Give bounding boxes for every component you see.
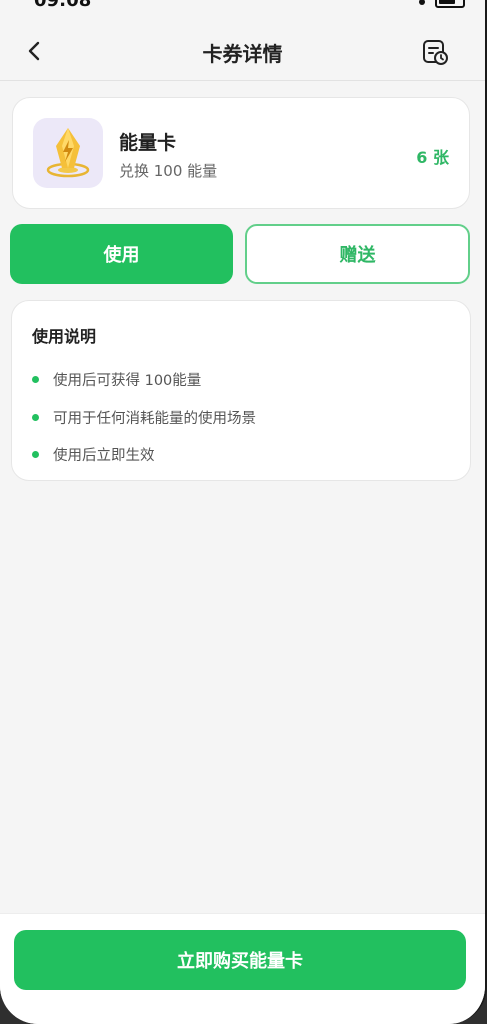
card-info: 能量卡 兑换 100 能量 6 张	[12, 97, 470, 209]
bullet-dot-icon	[32, 376, 39, 384]
list-item: 使用后可获得 100能量	[32, 361, 256, 399]
list-item-text: 使用后立即生效	[53, 448, 155, 465]
battery-icon	[435, 0, 465, 8]
phone-screen: 09:08 卡券详情 能量卡 兑换 100 能量 6 张 使用 赠送 使用说明 …	[0, 0, 487, 1024]
wifi-icon	[419, 0, 425, 5]
bullet-dot-icon	[32, 451, 39, 459]
instructions-card: 使用说明 使用后可获得 100能量 可用于任何消耗能量的使用场景 使用后立即生效	[11, 300, 471, 481]
nav-bar: 卡券详情	[0, 22, 485, 81]
gift-button[interactable]: 赠送	[245, 224, 470, 284]
status-time: 09:08	[34, 0, 92, 11]
status-bar: 09:08	[0, 0, 485, 22]
card-description: 兑换 100 能量	[119, 162, 218, 180]
list-item-text: 可用于任何消耗能量的使用场景	[53, 410, 256, 427]
list-item: 可用于任何消耗能量的使用场景	[32, 399, 256, 437]
card-count: 6 张	[416, 148, 449, 167]
card-name: 能量卡	[119, 132, 177, 154]
instructions-title: 使用说明	[32, 327, 97, 346]
bullet-dot-icon	[32, 413, 39, 421]
list-item: 使用后立即生效	[32, 436, 256, 474]
page-title: 卡券详情	[202, 42, 283, 66]
signal-icon	[387, 0, 409, 4]
use-button[interactable]: 使用	[10, 224, 233, 284]
status-indicators	[387, 0, 465, 8]
list-item-text: 使用后可获得 100能量	[53, 373, 202, 390]
document-clock-icon[interactable]	[421, 38, 449, 66]
energy-crystal-icon	[33, 118, 103, 188]
buy-energy-card-button[interactable]: 立即购买能量卡	[14, 930, 466, 990]
bottom-bar: 立即购买能量卡	[0, 913, 485, 1024]
instructions-list: 使用后可获得 100能量 可用于任何消耗能量的使用场景 使用后立即生效	[32, 361, 256, 474]
